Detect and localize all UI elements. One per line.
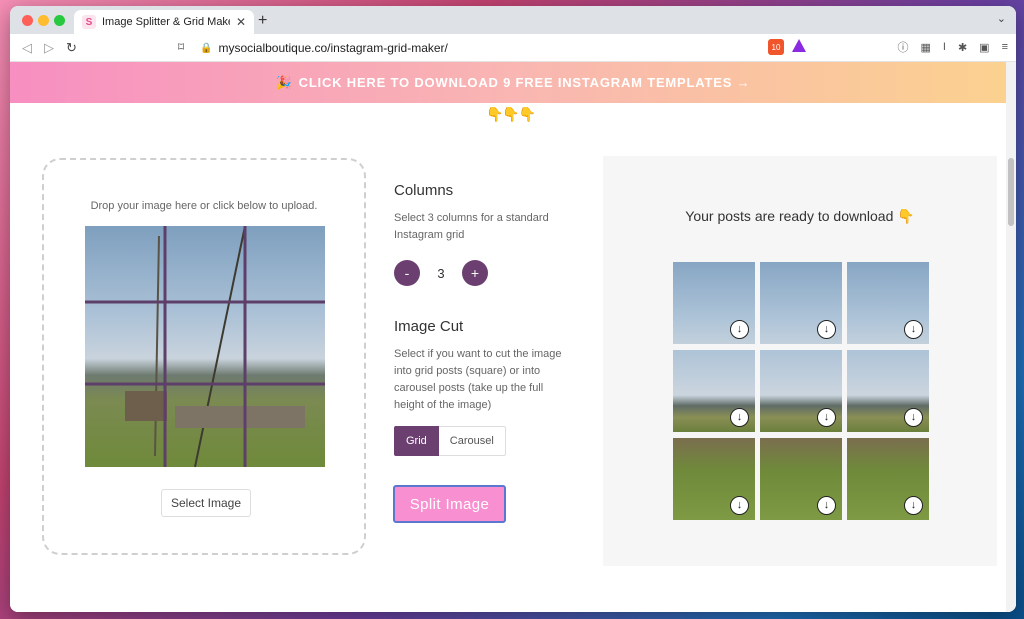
download-icon[interactable]: ↓ (730, 320, 749, 339)
upload-hint: Drop your image here or click below to u… (90, 200, 318, 212)
bookmark-icon[interactable]: ⌑ (178, 40, 184, 54)
grid-option-button[interactable]: Grid (394, 426, 439, 456)
minimize-window-button[interactable] (38, 15, 49, 26)
pointing-down-icons: 👇👇👇 (486, 106, 536, 122)
reload-icon[interactable]: ↻ (66, 40, 77, 56)
download-icon[interactable]: ↓ (730, 408, 749, 427)
download-icon[interactable]: ↓ (904, 320, 923, 339)
wallet-icon[interactable]: ▣ (979, 41, 989, 54)
maximize-window-button[interactable] (54, 15, 65, 26)
download-icon[interactable]: ↓ (730, 496, 749, 515)
upload-dropzone[interactable]: Drop your image here or click below to u… (42, 158, 366, 555)
download-icon[interactable]: ↓ (904, 408, 923, 427)
controls-panel: Columns Select 3 columns for a standard … (394, 182, 574, 456)
download-icon[interactable]: ↓ (817, 496, 836, 515)
columns-stepper: - 3 + (394, 260, 574, 286)
results-title: Your posts are ready to download 👇 (685, 208, 915, 224)
close-window-button[interactable] (22, 15, 33, 26)
columns-value: 3 (437, 265, 445, 281)
new-tab-button[interactable]: + (258, 12, 267, 30)
banner-text: CLICK HERE TO DOWNLOAD 9 FREE INSTAGRAM … (298, 75, 751, 90)
brave-rewards-icon[interactable] (792, 39, 806, 52)
columns-description: Select 3 columns for a standard Instagra… (394, 212, 549, 241)
result-tile[interactable]: ↓ (673, 262, 755, 344)
grid-overlay (85, 226, 325, 467)
puzzle-icon[interactable]: ✱ (958, 41, 967, 54)
result-tile[interactable]: ↓ (847, 350, 929, 432)
results-panel: Your posts are ready to download 👇 ↓ ↓ ↓… (603, 156, 997, 566)
result-tile[interactable]: ↓ (760, 350, 842, 432)
address-bar[interactable]: 🔒 mysocialboutique.co/instagram-grid-mak… (200, 38, 760, 58)
tab-search-icon[interactable]: ⌄ (997, 12, 1006, 25)
download-icon[interactable]: ↓ (817, 408, 836, 427)
promo-banner[interactable]: 🎉 CLICK HERE TO DOWNLOAD 9 FREE INSTAGRA… (10, 62, 1016, 103)
browser-window: S Image Splitter & Grid Maker for ✕ + ⌄ … (10, 6, 1016, 612)
forward-icon[interactable]: ▷ (44, 40, 54, 56)
menu-icon[interactable]: ≡ (1002, 41, 1008, 53)
result-tile[interactable]: ↓ (760, 262, 842, 344)
back-icon[interactable]: ◁ (22, 40, 32, 56)
result-tile[interactable]: ↓ (847, 438, 929, 520)
lock-icon: 🔒 (200, 42, 213, 54)
brave-shields-icon[interactable]: 10 (768, 39, 784, 55)
increase-columns-button[interactable]: + (462, 260, 488, 286)
download-icon[interactable]: ↓ (904, 496, 923, 515)
decrease-columns-button[interactable]: - (394, 260, 420, 286)
url-text: mysocialboutique.co/instagram-grid-maker… (218, 41, 448, 55)
extensions-area: ⓘ ▦ I ✱ ▣ ≡ (897, 39, 1008, 55)
scrollbar-thumb[interactable] (1008, 158, 1014, 226)
text-cursor-icon[interactable]: I (943, 41, 946, 53)
columns-title: Columns (394, 182, 454, 199)
result-tile[interactable]: ↓ (673, 350, 755, 432)
tab-title: Image Splitter & Grid Maker for (102, 16, 230, 28)
tab-close-icon[interactable]: ✕ (236, 15, 246, 29)
password-manager-icon[interactable]: ⓘ (897, 39, 908, 55)
result-tile[interactable]: ↓ (847, 262, 929, 344)
download-icon[interactable]: ↓ (817, 320, 836, 339)
browser-toolbar: ◁ ▷ ↻ ⌑ 🔒 mysocialboutique.co/instagram-… (10, 34, 1016, 62)
image-cut-description: Select if you want to cut the image into… (394, 348, 562, 411)
tab-bar: S Image Splitter & Grid Maker for ✕ + ⌄ (10, 6, 1016, 34)
party-popper-icon: 🎉 (275, 74, 293, 90)
result-tile[interactable]: ↓ (760, 438, 842, 520)
page-scrollbar[interactable] (1006, 62, 1016, 612)
site-favicon-icon: S (82, 15, 96, 29)
image-cut-toggle: Grid Carousel (394, 426, 574, 456)
result-tiles-grid: ↓ ↓ ↓ ↓ ↓ ↓ ↓ ↓ ↓ (673, 262, 929, 520)
carousel-option-button[interactable]: Carousel (438, 426, 506, 456)
image-cut-title: Image Cut (394, 318, 464, 335)
split-image-button[interactable]: Split Image (393, 485, 506, 523)
result-tile[interactable]: ↓ (673, 438, 755, 520)
page-content: 🎉 CLICK HERE TO DOWNLOAD 9 FREE INSTAGRA… (10, 62, 1016, 612)
image-preview (85, 226, 325, 467)
browser-tab[interactable]: S Image Splitter & Grid Maker for ✕ (74, 10, 254, 34)
select-image-button[interactable]: Select Image (161, 489, 251, 517)
extension-icon[interactable]: ▦ (920, 41, 930, 54)
